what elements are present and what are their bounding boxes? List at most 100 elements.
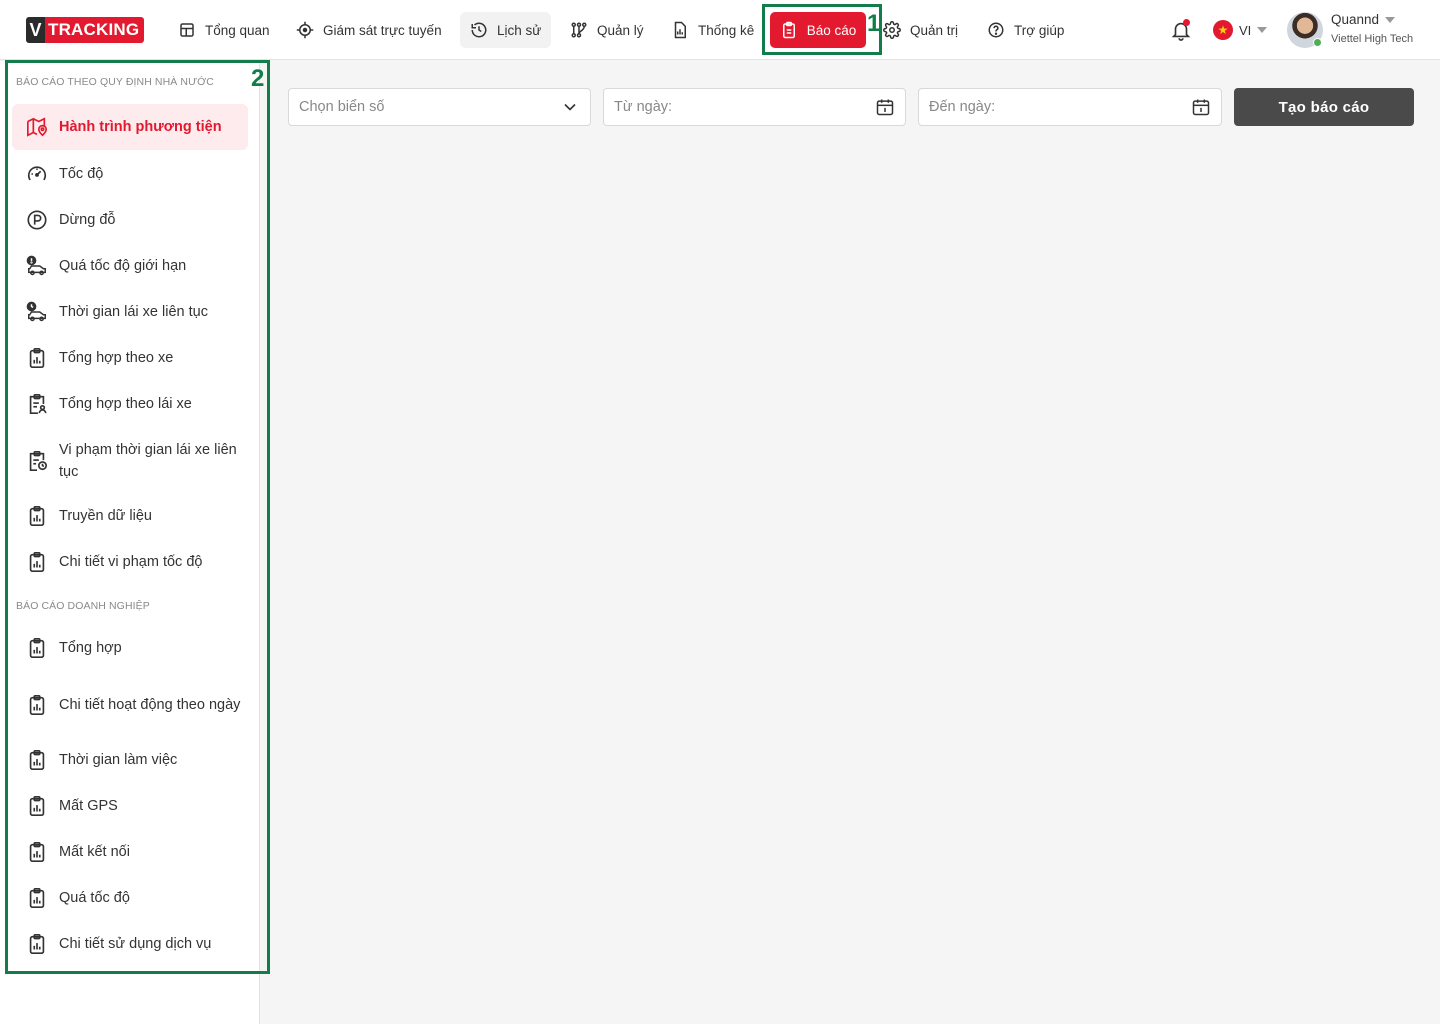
plate-select[interactable]: Chọn biển số [288, 88, 591, 126]
logo-v: V [26, 17, 45, 43]
report-sidebar: Báo cáo theo quy định nhà nước Hành trìn… [0, 61, 260, 1024]
clipboard-chart-icon [29, 506, 45, 526]
chevron-down-icon [564, 103, 576, 111]
vietnam-flag-icon: ★ [1213, 20, 1233, 40]
from-date-field[interactable]: Từ ngày: [603, 88, 906, 126]
nav-quan-tri[interactable]: Quản trị [873, 12, 968, 48]
dashboard-icon [180, 23, 194, 37]
sidebar-item-dung-do[interactable]: Dừng đỗ [12, 198, 248, 242]
sidebar-item-thoi-gian-lai-xe[interactable]: Thời gian lái xe liên tục [12, 290, 248, 334]
top-navigation-bar: V TRACKING Tổng quan Giám sát trực tuyến… [0, 0, 1440, 60]
car-clock-icon [26, 301, 46, 322]
nav-label: Trợ giúp [1014, 22, 1065, 38]
nav-label: Tổng quan [205, 22, 270, 38]
history-icon [471, 22, 487, 38]
to-date-field[interactable]: Đến ngày: [918, 88, 1222, 126]
logo-text: TRACKING [45, 17, 145, 43]
nav-label: Báo cáo [806, 22, 857, 38]
sidebar-item-mat-gps[interactable]: Mất GPS [12, 784, 248, 828]
sidebar-item-label: Vi phạm thời gian lái xe liên tục [59, 442, 237, 480]
nav-tro-giup[interactable]: Trợ giúp [977, 12, 1074, 48]
create-report-button[interactable]: Tạo báo cáo [1234, 88, 1414, 126]
calendar-icon[interactable] [875, 97, 895, 117]
vtracking-logo[interactable]: V TRACKING [26, 17, 145, 43]
sidebar-item-vi-pham-thoi-gian[interactable]: Vi phạm thời gian lái xe liên tục [12, 428, 248, 494]
sidebar-item-label: Truyền dữ liệu [59, 508, 152, 524]
sidebar-item-label: Quá tốc độ [59, 890, 130, 906]
gear-icon [883, 21, 901, 39]
sidebar-item-label: Tổng hợp [59, 640, 122, 656]
car-alert-icon [26, 255, 46, 276]
sidebar-item-qua-toc-do-gioi-han[interactable]: Quá tốc độ giới hạn [12, 244, 248, 288]
sidebar-item-label: Mất kết nối [59, 844, 130, 860]
sidebar-item-label: Tốc độ [59, 166, 104, 182]
nav-lich-su[interactable]: Lịch sử [460, 12, 552, 48]
section-title-enterprise: Báo cáo doanh nghiệp [16, 600, 150, 612]
sidebar-item-label: Mất GPS [59, 798, 118, 814]
parking-icon [27, 210, 47, 230]
nav-thong-ke[interactable]: Thống kê [661, 12, 764, 48]
sidebar-item-label: Thời gian làm việc [59, 752, 178, 768]
sidebar-item-thoi-gian-lam-viec[interactable]: Thời gian làm việc [12, 738, 248, 782]
speedometer-icon [27, 166, 47, 181]
sidebar-item-label: Hành trình phương tiện [59, 119, 222, 135]
sidebar-item-mat-ket-noi[interactable]: Mất kết nối [12, 830, 248, 874]
sidebar-item-label: Chi tiết vi phạm tốc độ [59, 554, 203, 570]
crosshair-icon [296, 21, 314, 39]
clipboard-chart-icon [29, 552, 45, 572]
clipboard-chart-icon [29, 638, 45, 658]
clipboard-chart-icon [29, 842, 45, 862]
clipboard-user-icon [29, 394, 47, 414]
sidebar-item-label: Quá tốc độ giới hạn [59, 258, 187, 274]
clipboard-chart-icon [29, 796, 45, 816]
online-status-dot [1313, 38, 1322, 47]
sidebar-item-qua-toc-do[interactable]: Quá tốc độ [12, 876, 248, 920]
language-selector[interactable]: ★ VI [1213, 20, 1268, 40]
to-date-placeholder: Đến ngày: [929, 99, 996, 115]
help-icon [988, 22, 1004, 38]
sidebar-item-tong-hop[interactable]: Tổng hợp [12, 626, 248, 670]
sidebar-item-hanh-trinh[interactable]: Hành trình phương tiện [12, 104, 248, 150]
sidebar-item-chi-tiet-hoat-dong[interactable]: Chi tiết hoạt động theo ngày [12, 672, 248, 738]
annotation-number-1: 1 [867, 10, 881, 37]
user-menu[interactable]: Quannd [1331, 12, 1396, 27]
nav-label: Lịch sử [497, 22, 542, 38]
clipboard-chart-icon [29, 934, 45, 954]
nav-label: Quản trị [910, 22, 959, 38]
user-name: Quannd [1331, 12, 1380, 27]
calendar-icon[interactable] [1191, 97, 1211, 117]
sidebar-item-tong-hop-theo-lai-xe[interactable]: Tổng hợp theo lái xe [12, 382, 248, 426]
nav-giam-sat[interactable]: Giám sát trực tuyến [286, 12, 452, 48]
nav-bao-cao[interactable]: Báo cáo [770, 12, 866, 48]
sidebar-item-truyen-du-lieu[interactable]: Truyền dữ liệu [12, 494, 248, 538]
chart-doc-icon [674, 21, 686, 39]
chevron-down-icon [1385, 16, 1396, 23]
clipboard-clock-icon [29, 451, 47, 471]
sidebar-item-label: Chi tiết sử dụng dịch vụ [59, 936, 212, 952]
sidebar-item-label: Chi tiết hoạt động theo ngày [59, 697, 241, 713]
sidebar-item-label: Dừng đỗ [59, 212, 116, 228]
sidebar-item-toc-do[interactable]: Tốc độ [12, 152, 248, 196]
nav-quan-ly[interactable]: Quản lý [560, 12, 654, 48]
annotation-number-2: 2 [251, 65, 265, 92]
clipboard-chart-icon [29, 348, 45, 368]
nav-label: Quản lý [597, 22, 644, 38]
sidebar-item-tong-hop-theo-xe[interactable]: Tổng hợp theo xe [12, 336, 248, 380]
clipboard-icon [782, 21, 795, 39]
sidebar-item-label: Thời gian lái xe liên tục [59, 304, 208, 320]
notification-dot [1183, 19, 1190, 26]
sidebar-item-label: Tổng hợp theo xe [59, 350, 174, 366]
chevron-down-icon [1257, 27, 1268, 33]
clipboard-chart-icon [29, 695, 45, 715]
nodes-icon [571, 22, 587, 38]
plate-placeholder: Chọn biển số [299, 99, 385, 115]
nav-label: Thống kê [698, 22, 755, 38]
user-organization: Viettel High Tech [1331, 33, 1414, 45]
nav-label: Giám sát trực tuyến [323, 22, 442, 38]
nav-tong-quan[interactable]: Tổng quan [168, 12, 280, 48]
clipboard-chart-icon [29, 750, 45, 770]
sidebar-item-chi-tiet-vi-pham-toc-do[interactable]: Chi tiết vi phạm tốc độ [12, 540, 248, 584]
from-date-placeholder: Từ ngày: [614, 99, 673, 115]
section-title-state: Báo cáo theo quy định nhà nước [16, 76, 214, 88]
sidebar-item-chi-tiet-su-dung-dich-vu[interactable]: Chi tiết sử dụng dịch vụ [12, 922, 248, 966]
